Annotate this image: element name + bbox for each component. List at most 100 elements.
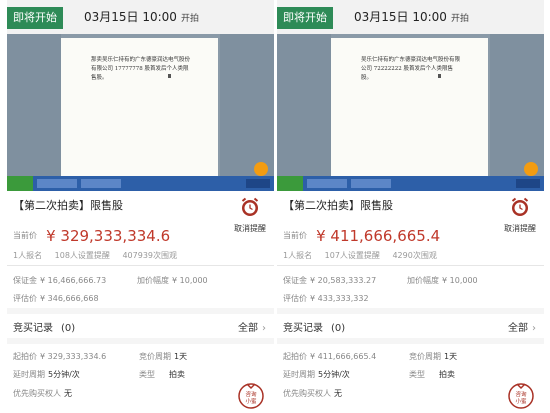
section-gap xyxy=(7,338,274,344)
cycle-label: 竞价周期 xyxy=(409,352,441,361)
start-button xyxy=(7,176,33,191)
start-price-row: 起拍价 ¥ 411,666,665.4 xyxy=(283,351,376,362)
auction-title: 【第二次拍卖】限售股 xyxy=(13,199,123,212)
cancel-reminder-label: 取消提醒 xyxy=(504,224,536,233)
taskbar-item xyxy=(351,179,391,188)
top-bar: 即将开始 03月15日 10:00 开拍 xyxy=(7,0,274,34)
view-all-link[interactable]: 全部 › xyxy=(238,319,266,334)
bid-records-row[interactable]: 竞买记录 (0) 全部 › xyxy=(7,314,274,336)
cycle-label: 竞价周期 xyxy=(139,352,171,361)
type-label: 类型 xyxy=(139,370,155,379)
increment-row: 加价幅度 ¥ 10,000 xyxy=(407,275,478,286)
type-value: 拍卖 xyxy=(169,370,185,379)
current-price-label: 当前价 xyxy=(13,231,37,240)
divider xyxy=(7,265,274,266)
signup-count: 1人报名 xyxy=(13,251,43,260)
consult-assistant-button[interactable]: 咨询 小蜜 xyxy=(508,379,534,409)
consult-label-2: 小蜜 xyxy=(515,397,527,405)
cursor-icon xyxy=(168,74,171,78)
start-price-value: ¥ 411,666,665.4 xyxy=(310,352,377,361)
appraisal-label: 评估价 xyxy=(13,294,37,303)
priority-row: 优先购买权人无 xyxy=(283,388,342,399)
consult-bot-icon: 咨询 小蜜 xyxy=(238,383,264,409)
increment-row: 加价幅度 ¥ 10,000 xyxy=(137,275,208,286)
section-gap xyxy=(277,338,544,344)
alarm-clock-icon xyxy=(241,197,259,216)
start-suffix: 开拍 xyxy=(450,14,469,24)
bid-records-label: 竞买记录 (0) xyxy=(283,323,346,334)
type-value: 拍卖 xyxy=(439,370,455,379)
deposit-label: 保证金 xyxy=(13,276,37,285)
increment-value: ¥ 10,000 xyxy=(442,276,478,285)
start-button xyxy=(277,176,303,191)
consult-label-2: 小蜜 xyxy=(245,397,257,405)
taskbar xyxy=(7,176,274,191)
priority-value: 无 xyxy=(334,389,342,398)
taskbar-item xyxy=(37,179,77,188)
delay-value: 5分钟/次 xyxy=(48,370,80,379)
appraisal-label: 评估价 xyxy=(283,294,307,303)
document-text: 那卖吴乐仁持有的广东德豪润达电气股份有限公司 17777778 股首发后个人类限… xyxy=(91,57,191,81)
deposit-row: 保证金 ¥ 20,583,333.27 xyxy=(283,275,376,286)
view-count: 407939次围观 xyxy=(122,251,178,260)
deposit-value: ¥ 16,466,666.73 xyxy=(40,276,107,285)
consult-label-1: 咨询 xyxy=(245,390,257,398)
cycle-row: 竞价周期 1天 xyxy=(139,351,187,362)
current-price-value: ¥ 329,333,334.6 xyxy=(46,226,171,245)
floating-badge-icon[interactable] xyxy=(524,162,538,176)
screen-left-pane xyxy=(277,34,331,176)
type-label: 类型 xyxy=(409,370,425,379)
bid-records-count: (0) xyxy=(61,323,76,334)
view-all-link[interactable]: 全部 › xyxy=(508,319,536,334)
chevron-right-icon: › xyxy=(532,323,536,334)
screen-left-pane xyxy=(7,34,61,176)
priority-value: 无 xyxy=(64,389,72,398)
start-time: 03月15日 10:00 开拍 xyxy=(354,8,469,25)
system-tray xyxy=(516,179,540,188)
bid-records-row[interactable]: 竞买记录 (0) 全部 › xyxy=(277,314,544,336)
auction-panel-right: 即将开始 03月15日 10:00 开拍 吴乐仁持有的广东德豪润达电气股份有限公司… xyxy=(277,0,544,413)
cancel-reminder-button[interactable]: 取消提醒 xyxy=(500,196,540,234)
appraisal-value: ¥ 346,666,668 xyxy=(40,294,99,303)
signup-count: 1人报名 xyxy=(283,251,313,260)
top-bar: 即将开始 03月15日 10:00 开拍 xyxy=(277,0,544,34)
document-page: 吴乐仁持有的广东德豪润达电气股份有限公司 72222222 股首发后个人类限售股… xyxy=(331,38,488,176)
consult-assistant-button[interactable]: 咨询 小蜜 xyxy=(238,379,264,409)
taskbar xyxy=(277,176,544,191)
current-price-label: 当前价 xyxy=(283,231,307,240)
cycle-value: 1天 xyxy=(174,352,188,361)
current-price-row: 当前价 ¥ 329,333,334.6 xyxy=(13,225,170,245)
floating-badge-icon[interactable] xyxy=(254,162,268,176)
cancel-reminder-button[interactable]: 取消提醒 xyxy=(230,196,270,234)
current-price-value: ¥ 411,666,665.4 xyxy=(316,226,441,245)
cursor-icon xyxy=(438,74,441,78)
stats-row: 1人报名 107人设置提醒 4290次围观 xyxy=(283,250,447,261)
stats-row: 1人报名 108人设置提醒 407939次围观 xyxy=(13,250,187,261)
auction-title: 【第二次拍卖】限售股 xyxy=(283,199,393,212)
reminder-count: 108人设置提醒 xyxy=(54,251,110,260)
system-tray xyxy=(246,179,270,188)
consult-label-1: 咨询 xyxy=(515,390,527,398)
video-preview[interactable]: 吴乐仁持有的广东德豪润达电气股份有限公司 72222222 股首发后个人类限售股… xyxy=(277,34,544,191)
appraisal-row: 评估价 ¥ 346,666,668 xyxy=(13,293,99,304)
start-time: 03月15日 10:00 开拍 xyxy=(84,8,199,25)
start-price-label: 起拍价 xyxy=(13,352,37,361)
start-price-label: 起拍价 xyxy=(283,352,307,361)
deposit-label: 保证金 xyxy=(283,276,307,285)
document-text: 吴乐仁持有的广东德豪润达电气股份有限公司 72222222 股首发后个人类限售股… xyxy=(361,57,461,81)
taskbar-item xyxy=(81,179,121,188)
cancel-reminder-label: 取消提醒 xyxy=(234,224,266,233)
delay-label: 延时周期 xyxy=(283,370,315,379)
priority-label: 优先购买权人 xyxy=(13,389,61,398)
video-preview[interactable]: 那卖吴乐仁持有的广东德豪润达电气股份有限公司 17777778 股首发后个人类限… xyxy=(7,34,274,191)
deposit-value: ¥ 20,583,333.27 xyxy=(310,276,377,285)
consult-bot-icon: 咨询 小蜜 xyxy=(508,383,534,409)
increment-label: 加价幅度 xyxy=(407,276,439,285)
taskbar-item xyxy=(307,179,347,188)
screen-right-pane xyxy=(490,34,544,176)
bid-records-label: 竞买记录 (0) xyxy=(13,323,76,334)
appraisal-value: ¥ 433,333,332 xyxy=(310,294,369,303)
status-tag: 即将开始 xyxy=(7,7,63,29)
screen-right-pane xyxy=(220,34,274,176)
start-suffix: 开拍 xyxy=(180,14,199,24)
